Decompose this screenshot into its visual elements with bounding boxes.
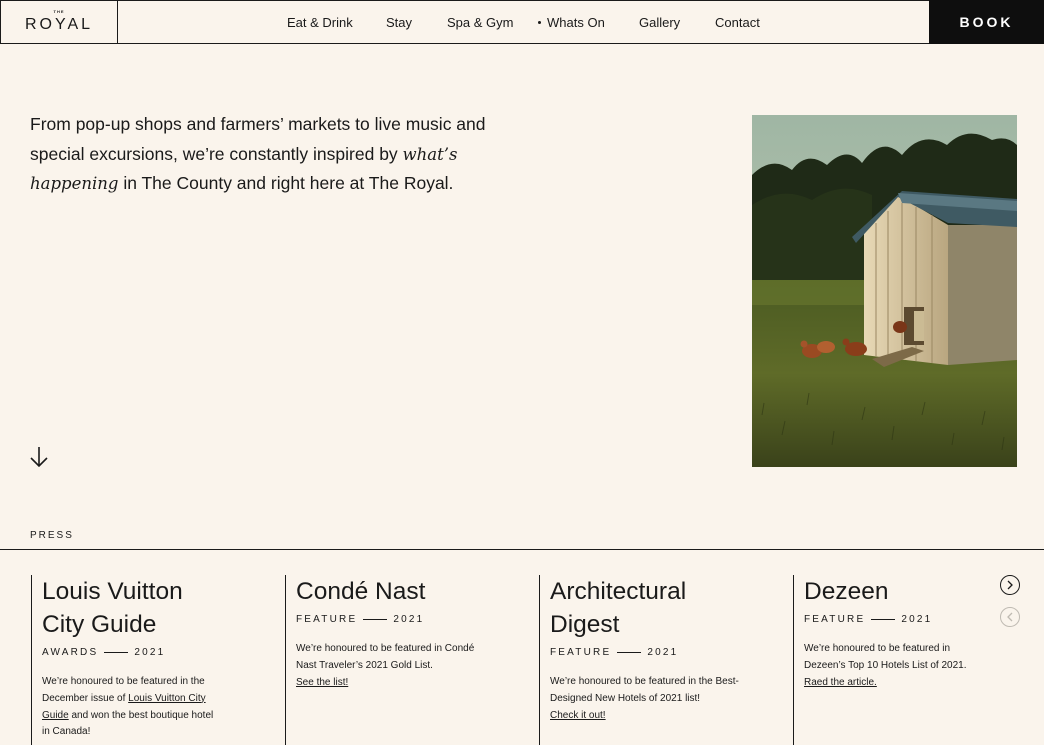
nav-gallery[interactable]: Gallery — [639, 15, 680, 30]
press-card-year: 2021 — [647, 647, 679, 658]
press-card-year: 2021 — [134, 647, 166, 658]
press-card-title: Architectural Digest — [550, 578, 687, 638]
meta-divider — [617, 652, 642, 653]
meta-divider — [871, 619, 896, 620]
press-card-conde-nast: Condé Nast FEATURE 2021 We’re honoured t… — [285, 575, 505, 745]
press-card-text: We’re honoured to be featured in Condé N… — [296, 643, 475, 671]
site-header: THE ROYAL Eat & Drink Stay Spa & Gym Wha… — [0, 0, 1044, 44]
carousel-next-button[interactable] — [1000, 575, 1020, 595]
press-card-title: Condé Nast — [296, 578, 426, 605]
press-card-category: FEATURE — [804, 614, 866, 625]
chevron-right-icon — [1007, 580, 1013, 590]
intro-text-part2: in The County and right here at The Roya… — [118, 173, 454, 193]
nav-eat-drink[interactable]: Eat & Drink — [287, 15, 353, 30]
press-card-text: We’re honoured to be featured in Dezeen’… — [804, 643, 967, 671]
press-card-architectural-digest: Architectural Digest FEATURE 2021 We’re … — [539, 575, 759, 745]
press-card-category: AWARDS — [42, 647, 99, 658]
logo-small-text: THE — [53, 9, 65, 14]
book-button[interactable]: BOOK — [929, 0, 1044, 44]
press-card-description: We’re honoured to be featured in Condé N… — [296, 641, 496, 691]
carousel-prev-button[interactable] — [1000, 607, 1020, 627]
logo[interactable]: THE ROYAL — [1, 1, 118, 44]
nav-spa-gym[interactable]: Spa & Gym — [447, 15, 513, 30]
meta-divider — [104, 652, 129, 653]
press-card-meta: FEATURE 2021 — [550, 647, 759, 658]
press-card-title: Louis Vuitton City Guide — [42, 578, 183, 638]
press-card-meta: FEATURE 2021 — [296, 614, 505, 625]
press-card-description: We’re honoured to be featured in the Bes… — [550, 674, 740, 724]
press-card-link[interactable]: Raed the article. — [804, 677, 877, 688]
nav-whats-on[interactable]: Whats On — [547, 15, 605, 30]
logo-text: ROYAL — [24, 16, 94, 33]
nav-stay[interactable]: Stay — [386, 15, 412, 30]
intro-text: From pop-up shops and farmers’ markets t… — [30, 110, 520, 199]
scroll-down-arrow-icon[interactable] — [29, 445, 49, 469]
chicken-coop-photo — [752, 115, 1017, 467]
press-card-meta: FEATURE 2021 — [804, 614, 983, 625]
press-card-category: FEATURE — [296, 614, 358, 625]
press-card-description: We’re honoured to be featured in Dezeen’… — [804, 641, 984, 691]
press-card-category: FEATURE — [550, 647, 612, 658]
press-card-year: 2021 — [901, 614, 933, 625]
press-card-text: We’re honoured to be featured in the Bes… — [550, 676, 739, 704]
press-card-year: 2021 — [393, 614, 425, 625]
press-section-label: PRESS — [30, 530, 74, 541]
press-card-title: Dezeen — [804, 578, 889, 605]
press-card-louis-vuitton: Louis Vuitton City Guide AWARDS 2021 We’… — [31, 575, 251, 745]
press-card-description: We’re honoured to be featured in the Dec… — [42, 674, 222, 741]
nav-contact[interactable]: Contact — [715, 15, 760, 30]
active-indicator-dot — [538, 21, 541, 24]
press-divider — [0, 549, 1044, 550]
press-card-meta: AWARDS 2021 — [42, 647, 251, 658]
press-card-dezeen: Dezeen FEATURE 2021 We’re honoured to be… — [793, 575, 983, 745]
meta-divider — [363, 619, 388, 620]
press-card-link[interactable]: Check it out! — [550, 710, 606, 721]
chevron-left-icon — [1007, 612, 1013, 622]
press-card-link[interactable]: See the list! — [296, 677, 348, 688]
